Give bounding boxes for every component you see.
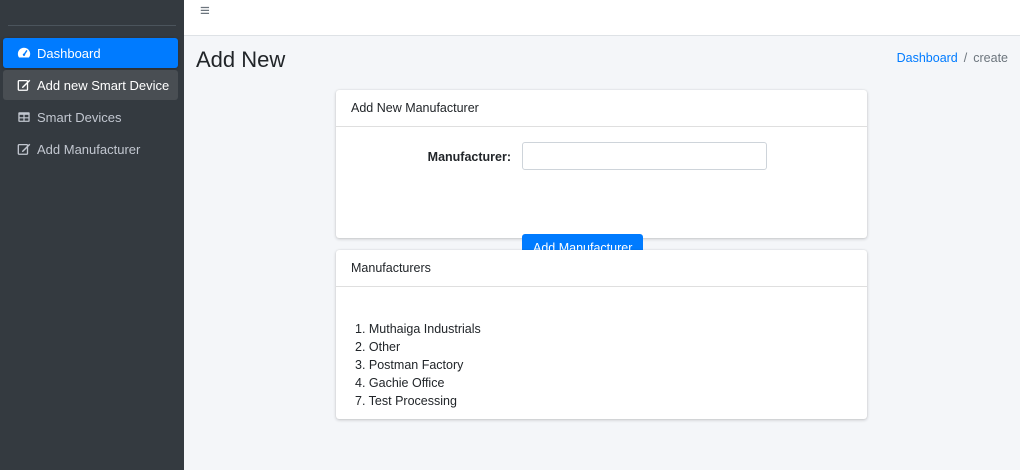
sidebar-item-label: Add new Smart Device [37,77,170,93]
manufacturer-input[interactable] [522,142,767,170]
sidebar-nav: Dashboard Add new Smart Device Smart Dev… [0,26,184,164]
hamburger-icon[interactable]: ≡ [200,2,218,20]
add-manufacturer-card: Add New Manufacturer Manufacturer: Add M… [336,90,867,263]
sidebar-item-label: Smart Devices [37,109,122,125]
tachometer-icon [17,46,31,60]
manufacturers-list: 1. Muthaiga Industrials 2. Other 3. Post… [355,320,481,410]
sidebar-brand [8,0,176,26]
edit-icon [17,78,31,92]
card-title: Manufacturers [336,250,867,287]
list-item: 1. Muthaiga Industrials [355,322,481,336]
list-item: 3. Postman Factory [355,358,464,372]
breadcrumb-link-dashboard[interactable]: Dashboard [897,51,958,65]
edit-icon [17,142,31,156]
sidebar-item-label: Add Manufacturer [37,141,141,157]
sidebar-item-add-smart-device[interactable]: Add new Smart Device [3,70,178,100]
card-title: Add New Manufacturer [336,90,867,127]
breadcrumb: Dashboard / create [897,51,1008,65]
table-icon [17,110,31,124]
list-item: 2. Other [355,340,401,354]
list-item: 7. Test Processing [355,394,457,408]
list-item: 4. Gachie Office [355,376,445,390]
breadcrumb-current: create [973,51,1008,65]
manufacturer-label: Manufacturer: [427,150,511,164]
sidebar-item-label: Dashboard [37,45,101,61]
sidebar-item-smart-devices[interactable]: Smart Devices [3,102,178,132]
sidebar-item-dashboard[interactable]: Dashboard [3,38,178,68]
sidebar: Dashboard Add new Smart Device Smart Dev… [0,0,184,470]
top-navbar: ≡ [184,0,1020,36]
page-title: Add New [196,47,286,72]
manufacturers-card: Manufacturers 1. Muthaiga Industrials 2.… [336,250,867,419]
breadcrumb-separator: / [963,51,968,65]
sidebar-item-add-manufacturer[interactable]: Add Manufacturer [3,134,178,164]
